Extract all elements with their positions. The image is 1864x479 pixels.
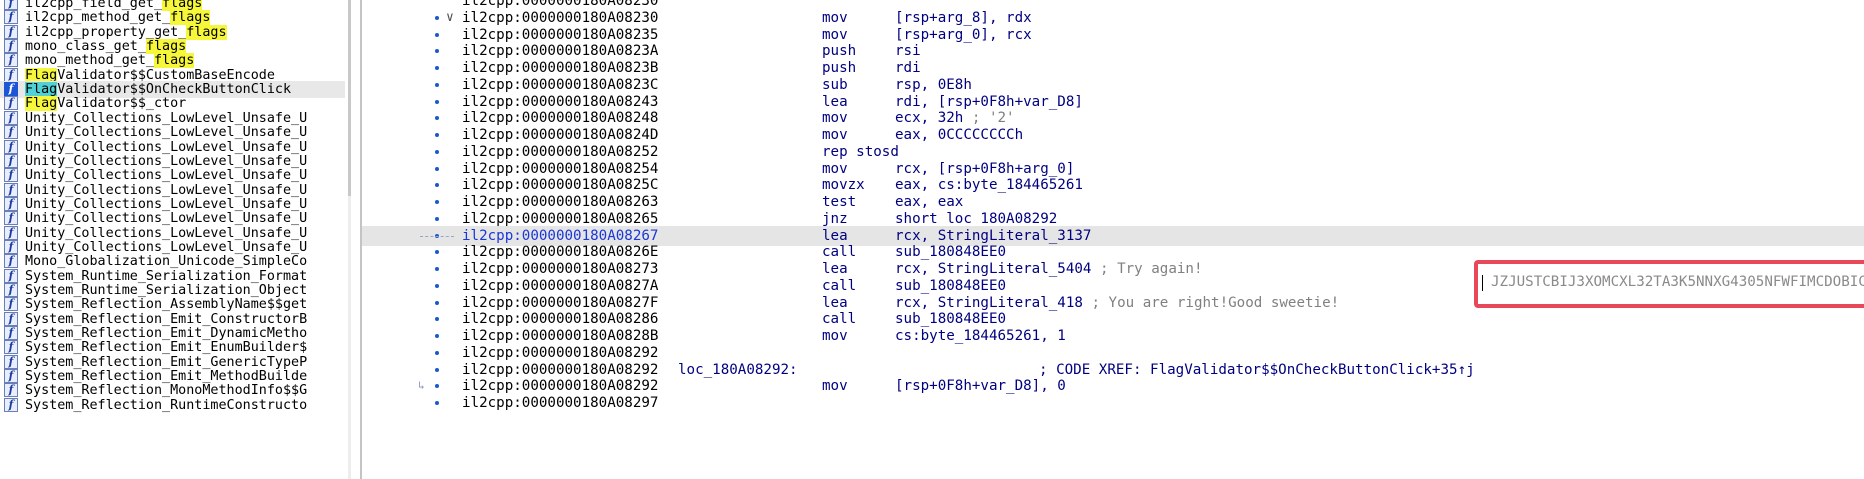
- line-dot-icon: [435, 283, 439, 288]
- function-f-icon: f: [4, 168, 18, 183]
- function-f-icon: f: [4, 96, 18, 111]
- line-dot-icon: [435, 350, 439, 355]
- line-dot-icon: [435, 401, 439, 405]
- function-f-icon: f: [4, 24, 18, 39]
- line-dot-icon: [435, 183, 439, 188]
- string-hint-popup: JZJUSTCBIJ3XOMCXL32TA3K5NNXG4305NFWFIMCD…: [1474, 260, 1864, 308]
- function-f-icon: f: [4, 283, 18, 297]
- function-f-icon: f: [4, 383, 18, 398]
- function-f-icon: f: [4, 354, 18, 369]
- function-f-icon: f: [4, 39, 18, 54]
- function-f-icon: f: [4, 254, 18, 269]
- function-f-icon: f: [4, 311, 18, 326]
- function-f-icon: f: [4, 10, 18, 25]
- line-dot-icon: [435, 66, 439, 70]
- function-f-icon: f: [4, 67, 18, 82]
- line-dot-icon: [435, 49, 439, 54]
- function-f-icon: f: [4, 211, 18, 226]
- function-f-icon: f: [4, 397, 18, 412]
- line-dot-icon: [435, 216, 439, 221]
- function-f-icon: f: [4, 110, 18, 125]
- comment: ; You are right!Good sweetie!: [1082, 294, 1340, 311]
- text-cursor: [1482, 275, 1483, 291]
- function-f-icon: f: [4, 225, 18, 240]
- comment: ; '2': [963, 110, 1015, 127]
- line-dot-icon: [435, 82, 439, 87]
- function-f-icon: f: [4, 297, 18, 312]
- comment: ; Try again!: [1091, 261, 1203, 277]
- line-dot-icon: [435, 32, 439, 37]
- line-dot-icon: [435, 267, 439, 271]
- functions-panel: f il2cpp_field_get_flags f il2cpp_method_ge…: [0, 0, 352, 479]
- functions-scrollbar-thumb[interactable]: [348, 0, 351, 196]
- line-dot-icon: [435, 334, 439, 338]
- function-f-icon: f: [4, 82, 18, 97]
- function-f-icon: f: [4, 196, 18, 211]
- function-f-icon: f: [4, 182, 18, 197]
- function-f-icon: f: [4, 239, 18, 254]
- disassembly-view: il2cpp:0000000180A08230 ∨ il2cpp:000000018…: [362, 0, 1864, 479]
- function-name: System_Reflection_RuntimeConstructo: [25, 397, 308, 413]
- line-dot-icon: [435, 133, 439, 137]
- line-dot-icon: [435, 200, 439, 204]
- line-dot-icon: [435, 250, 439, 255]
- line-dot-icon: [435, 15, 439, 20]
- hint-string: JZJUSTCBIJ3XOMCXL32TA3K5NNXG4305NFWFIMCD…: [1491, 274, 1864, 290]
- line-dot-icon: [435, 367, 439, 372]
- functions-scrollbar-track[interactable]: [348, 196, 351, 479]
- address[interactable]: il2cpp:0000000180A08297: [462, 393, 658, 413]
- line-dot-icon: [435, 300, 439, 305]
- function-f-icon: f: [4, 125, 18, 140]
- disassembly-line[interactable]: il2cpp:0000000180A08297: [362, 393, 1864, 413]
- function-f-icon: f: [4, 139, 18, 154]
- function-f-icon: f: [4, 53, 18, 68]
- function-f-icon: f: [4, 268, 18, 283]
- line-dot-icon: [435, 149, 439, 154]
- line-dot-icon: [435, 116, 439, 121]
- line-dot-icon: [435, 99, 439, 104]
- function-list-item[interactable]: f System_Reflection_RuntimeConstructo: [0, 397, 345, 414]
- flow-dashed-line: [420, 235, 454, 237]
- function-f-icon: f: [4, 153, 18, 168]
- line-dot-icon: [435, 166, 439, 171]
- line-dot-icon: [435, 317, 439, 322]
- function-f-icon: f: [4, 326, 18, 341]
- function-f-icon: f: [4, 369, 18, 384]
- line-dot-icon: [435, 384, 439, 389]
- function-f-icon: f: [4, 340, 18, 355]
